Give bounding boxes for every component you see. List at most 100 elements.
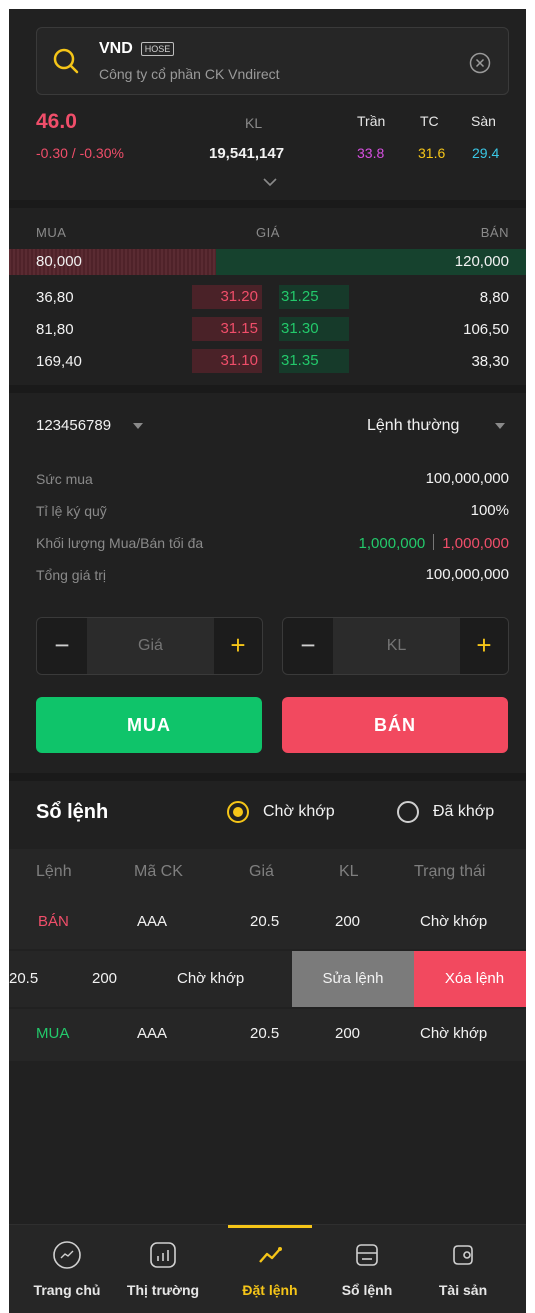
order-price: 20.5 [250,913,280,930]
nav-label: Thị trường [126,1282,200,1298]
margin-value: 100% [470,502,509,519]
company-name: Công ty cổ phần CK Vndirect [99,66,280,82]
order-code: AAA [137,1025,168,1042]
filter-matched-radio[interactable] [397,801,419,823]
orderbook-row: 81,80 31.15 31.30 106,50 [9,317,526,341]
bid-qty: 169,40 [36,353,82,370]
nav-label: Trang chủ [33,1282,101,1298]
max-buy-qty: 1,000,000 [358,535,426,552]
ref-price: 31.6 [418,145,446,161]
buying-power-label: Sức mua [36,471,93,487]
home-icon [53,1241,81,1269]
ref-label: TC [420,113,439,129]
qty-increase-button[interactable]: + [460,618,508,674]
buy-button[interactable]: MUA [36,697,262,753]
bid-price[interactable]: 31.20 [192,285,262,309]
wallet-icon [453,1245,473,1265]
order-list-title: Sổ lệnh [36,801,109,823]
order-qty: 200 [335,913,361,930]
quantity-stepper: − + [282,617,509,675]
account-selector[interactable]: 123456789 [36,417,111,434]
nav-label: Đặt lệnh [242,1282,298,1298]
symbol-search-card[interactable]: VND HOSE Công ty cổ phần CK Vndirect [36,27,509,95]
order-price: 20.5 [9,970,39,987]
max-sell-qty: 1,000,000 [442,535,509,552]
filter-matched-label[interactable]: Đã khớp [433,803,494,821]
col-status: Trạng thái [414,863,486,880]
bottom-nav: Trang chủ Thị trường Đặt lệnh Sổ lệnh Tà… [9,1224,526,1313]
ask-qty: 8,80 [479,289,509,306]
delete-order-button[interactable]: Xóa lệnh [414,951,526,1007]
divider [433,534,435,550]
floor-label: Sàn [471,113,496,129]
order-status: Chờ khớp [177,970,245,987]
price-stepper: − + [36,617,263,675]
ask-price[interactable]: 31.35 [279,349,349,373]
total-value-label: Tổng giá trị [36,567,107,583]
volume-value: 19,541,147 [209,145,285,162]
orderbook-sell-header: BÁN [480,225,509,240]
orderbook-row: 169,40 31.10 31.35 38,30 [9,349,526,373]
filter-pending-radio[interactable] [227,801,249,823]
nav-item-home[interactable]: Trang chủ [19,1225,115,1313]
volume-label: KL [245,115,263,131]
caret-down-icon[interactable] [133,423,143,430]
edit-order-button[interactable]: Sửa lệnh [292,951,414,1007]
divider [9,200,526,208]
bid-qty: 81,80 [36,321,74,338]
max-qty-label: Khối lượng Mua/Bán tối đa [36,535,204,551]
order-row[interactable]: BÁN AAA 20.5 200 Chờ khớp [9,897,526,949]
margin-label: Tỉ lệ ký quỹ [36,503,107,519]
ceiling-price: 33.8 [357,145,385,161]
bid-qty: 36,80 [36,289,74,306]
total-buy-volume: 80,000 [36,253,82,270]
order-side: BÁN [38,913,69,930]
qty-decrease-button[interactable]: − [283,618,333,674]
quantity-input[interactable] [333,618,460,674]
orderbook-buy-header: MUA [36,225,67,240]
order-code: AAA [137,913,168,930]
nav-item-trade[interactable]: Đặt lệnh [222,1225,318,1313]
order-list-header: Lệnh Mã CK Giá KL Trạng thái [9,849,526,897]
bid-price[interactable]: 31.10 [192,349,262,373]
max-qty-values: 1,000,000 1,000,000 [359,534,509,552]
order-row[interactable]: MUA AAA 20.5 200 Chờ khớp [9,1009,526,1061]
nav-item-market[interactable]: Thị trường [115,1225,211,1313]
col-qty: KL [339,863,359,880]
order-type-selector[interactable]: Lệnh thường [367,417,459,435]
total-sell-volume: 120,000 [454,253,509,270]
close-icon[interactable] [469,52,491,74]
orderbook-icon [356,1244,378,1266]
col-code: Mã CK [134,863,183,880]
order-price: 20.5 [250,1025,280,1042]
divider [9,385,526,393]
col-price: Giá [249,863,274,880]
order-status: Chờ khớp [420,913,488,930]
divider [9,773,526,781]
filter-pending-label[interactable]: Chờ khớp [263,803,335,821]
price-input[interactable] [87,618,214,674]
ceiling-label: Trần [357,113,386,129]
col-side: Lệnh [36,863,72,880]
app-screen: VND HOSE Công ty cổ phần CK Vndirect 46.… [9,9,526,1313]
ask-price[interactable]: 31.30 [279,317,349,341]
caret-down-icon[interactable] [495,423,505,430]
price-decrease-button[interactable]: − [37,618,87,674]
price-increase-button[interactable]: + [214,618,262,674]
search-icon [53,48,79,74]
nav-item-orderbook[interactable]: Sổ lệnh [319,1225,415,1313]
chevron-down-icon[interactable] [262,177,278,187]
nav-label: Sổ lệnh [341,1282,393,1298]
ask-qty: 106,50 [463,321,509,338]
last-price: 46.0 [36,110,77,133]
trade-icon [259,1247,282,1263]
nav-item-assets[interactable]: Tài sản [415,1225,511,1313]
ask-price[interactable]: 31.25 [279,285,349,309]
orderbook-total-bar: 80,000 120,000 [9,249,526,275]
bid-price[interactable]: 31.15 [192,317,262,341]
sell-button[interactable]: BÁN [282,697,508,753]
orderbook-price-header: GIÁ [256,225,280,240]
floor-price: 29.4 [472,145,500,161]
order-row-swiped[interactable]: 20.5 200 Chờ khớp Sửa lệnh Xóa lệnh [9,951,526,1007]
nav-label: Tài sản [438,1282,488,1298]
